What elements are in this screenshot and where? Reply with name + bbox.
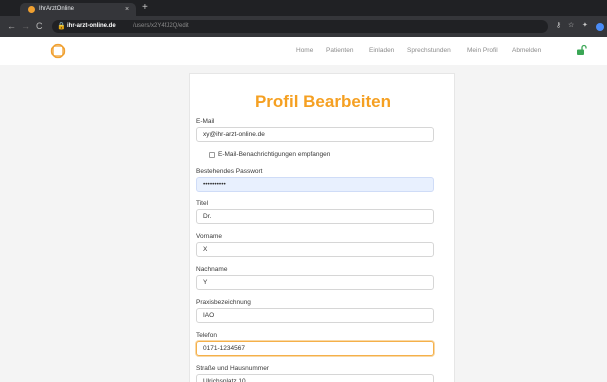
lastname-field[interactable] (196, 275, 434, 290)
star-icon[interactable]: ☆ (568, 20, 574, 32)
password-field[interactable] (196, 177, 434, 192)
profile-form-card: Profil Bearbeiten E-Mail E-Mail-Benachri… (189, 73, 455, 382)
practice-label: Praxisbezeichnung (196, 299, 251, 306)
password-label: Bestehendes Passwort (196, 168, 263, 175)
extensions-icon[interactable]: ✦ (582, 20, 588, 32)
phone-field[interactable] (196, 341, 434, 356)
unlock-icon[interactable] (575, 44, 587, 56)
nav-home[interactable]: Home (296, 45, 313, 57)
browser-toolbar: ← → C 🔒 ihr-arzt-online.de /users/x2Y4fJ… (0, 16, 607, 37)
title-field[interactable] (196, 209, 434, 224)
firstname-field[interactable] (196, 242, 434, 257)
email-field[interactable] (196, 127, 434, 142)
practice-field[interactable] (196, 308, 434, 323)
nav-mein-profil[interactable]: Mein Profil (467, 45, 498, 57)
tab-close-icon[interactable]: × (125, 4, 129, 15)
back-button[interactable]: ← (7, 19, 16, 33)
site-logo-icon[interactable] (50, 43, 66, 59)
address-bar[interactable]: 🔒 ihr-arzt-online.de /users/x2Y4fJ2Q/edi… (52, 20, 548, 33)
notifications-label: E-Mail-Benachrichtigungen empfangen (218, 151, 331, 158)
phone-label: Telefon (196, 332, 217, 339)
new-tab-button[interactable]: + (142, 2, 148, 14)
site-navbar: Home Patienten Einladen Sprechstunden Me… (0, 37, 607, 65)
browser-tab[interactable]: IhrArztOnline × (20, 3, 136, 16)
street-label: Straße und Hausnummer (196, 365, 269, 372)
tab-title: IhrArztOnline (39, 6, 75, 12)
reload-button[interactable]: C (36, 19, 43, 33)
notifications-checkbox[interactable] (209, 152, 215, 158)
nav-einladen[interactable]: Einladen (369, 45, 394, 57)
site-favicon-icon (28, 6, 35, 13)
forward-button[interactable]: → (21, 19, 30, 33)
browser-tab-strip: IhrArztOnline × + (0, 0, 607, 16)
street-field[interactable] (196, 374, 434, 382)
lock-icon: 🔒 (57, 23, 66, 30)
url-path: /users/x2Y4fJ2Q/edit (133, 23, 189, 29)
nav-patienten[interactable]: Patienten (326, 45, 353, 57)
email-label: E-Mail (196, 118, 215, 125)
lastname-label: Nachname (196, 266, 228, 273)
nav-sprechstunden[interactable]: Sprechstunden (407, 45, 451, 57)
firstname-label: Vorname (196, 233, 223, 240)
title-label: Titel (196, 200, 209, 207)
nav-abmelden[interactable]: Abmelden (512, 45, 541, 57)
url-host: ihr-arzt-online.de (67, 23, 116, 29)
profile-avatar[interactable] (596, 23, 604, 31)
key-icon[interactable]: ⚷ (556, 20, 561, 32)
page-title: Profil Bearbeiten (254, 92, 392, 111)
